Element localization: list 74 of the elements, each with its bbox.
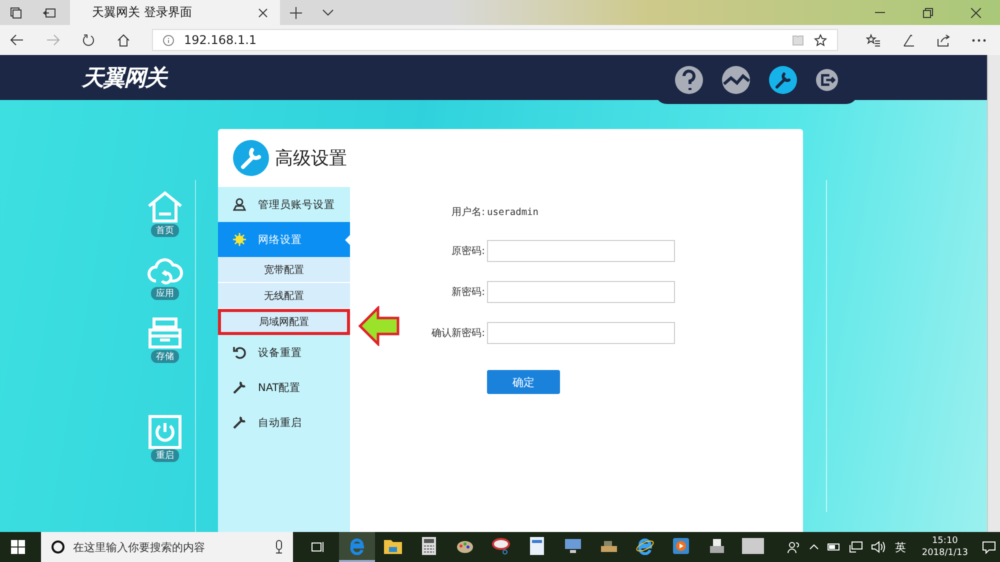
- monitor-icon[interactable]: [564, 538, 582, 554]
- password-field[interactable]: [487, 281, 675, 303]
- home-icon[interactable]: [117, 34, 130, 46]
- field-label: 用户名:: [450, 206, 485, 219]
- speaker-icon[interactable]: [870, 541, 885, 553]
- nav-label[interactable]: 应用: [151, 287, 179, 300]
- printer-icon[interactable]: [708, 538, 726, 554]
- menu-item[interactable]: 自动重启: [218, 405, 350, 440]
- tab-list-icon[interactable]: [10, 6, 22, 18]
- back-icon[interactable]: [10, 34, 24, 46]
- input-method-indicator[interactable]: 英: [894, 540, 906, 554]
- browser-e-icon[interactable]: [636, 537, 654, 555]
- user-icon: [233, 198, 246, 211]
- reset-icon: [233, 346, 246, 359]
- submenu-item[interactable]: 宽带配置: [218, 257, 350, 283]
- nav-label[interactable]: 首页: [151, 224, 179, 237]
- chevron-up-icon[interactable]: [808, 544, 819, 550]
- favorites-icon[interactable]: [866, 34, 880, 46]
- menu-item[interactable]: 设备重置: [218, 335, 350, 370]
- browser-tab[interactable]: 天翼网关 登录界面: [70, 0, 280, 25]
- menu-item[interactable]: 管理员账号设置: [218, 187, 350, 222]
- tool-icon[interactable]: [600, 539, 618, 553]
- submenu-item[interactable]: 局域网配置: [218, 309, 350, 335]
- gear-icon: [233, 233, 246, 246]
- wrench-icon: [233, 140, 269, 176]
- star-icon[interactable]: [814, 34, 827, 46]
- taskbar-search-field[interactable]: 在这里输入你要搜索的内容: [41, 532, 293, 562]
- password-field[interactable]: [487, 240, 675, 262]
- pointer-arrow-drawing: [358, 306, 400, 346]
- minimize-icon[interactable]: [875, 12, 885, 14]
- refresh-icon[interactable]: [82, 34, 95, 46]
- restore-icon[interactable]: [923, 8, 933, 18]
- clock[interactable]: 15:10 2018/1/13: [922, 535, 968, 559]
- more-icon[interactable]: [972, 38, 986, 42]
- help-icon[interactable]: [674, 66, 703, 94]
- field-label: 原密码:: [450, 244, 485, 258]
- menu-item[interactable]: NAT配置: [218, 370, 350, 405]
- logout-icon[interactable]: [816, 68, 838, 90]
- wrench-icon: [233, 381, 246, 394]
- circle-icon: [51, 540, 65, 554]
- confirm-button[interactable]: 确定: [487, 370, 560, 394]
- microphone-icon[interactable]: [275, 540, 283, 554]
- battery-icon[interactable]: [826, 542, 841, 552]
- address-bar[interactable]: 192.168.1.1: [152, 29, 838, 51]
- password-field[interactable]: [487, 322, 675, 344]
- chevron-down-icon[interactable]: [322, 8, 334, 16]
- scrollbar[interactable]: [987, 55, 1000, 532]
- people-icon[interactable]: [786, 540, 801, 554]
- field-label: 确认新密码:: [430, 326, 485, 340]
- task-view-icon[interactable]: [311, 541, 325, 553]
- network-icon[interactable]: [848, 541, 863, 553]
- field-label: 新密码:: [450, 286, 485, 299]
- folder-icon[interactable]: [384, 538, 402, 554]
- notification-icon[interactable]: [982, 540, 996, 554]
- submenu-item[interactable]: 无线配置: [218, 283, 350, 309]
- wrench-icon[interactable]: [769, 66, 798, 94]
- document-icon[interactable]: [530, 537, 544, 555]
- pen-icon[interactable]: [902, 34, 915, 46]
- nav-label[interactable]: 重启: [151, 449, 179, 462]
- nav-label[interactable]: 存储: [151, 350, 179, 363]
- new-tab-icon[interactable]: [290, 6, 302, 18]
- site-logo: 天翼网关: [82, 64, 166, 92]
- username-value: useradmin: [487, 206, 538, 218]
- calculator-icon[interactable]: [422, 537, 436, 555]
- wrench-icon: [233, 416, 246, 429]
- share-icon[interactable]: [937, 34, 950, 46]
- close-icon[interactable]: [258, 8, 268, 18]
- windows-icon[interactable]: [11, 540, 25, 554]
- set-aside-tabs-icon[interactable]: [42, 6, 56, 18]
- panel-title: 高级设置: [275, 147, 347, 170]
- media-player-icon[interactable]: [673, 538, 689, 554]
- close-icon[interactable]: [971, 8, 981, 18]
- line-chart-icon[interactable]: [722, 66, 750, 94]
- info-icon: [163, 34, 174, 46]
